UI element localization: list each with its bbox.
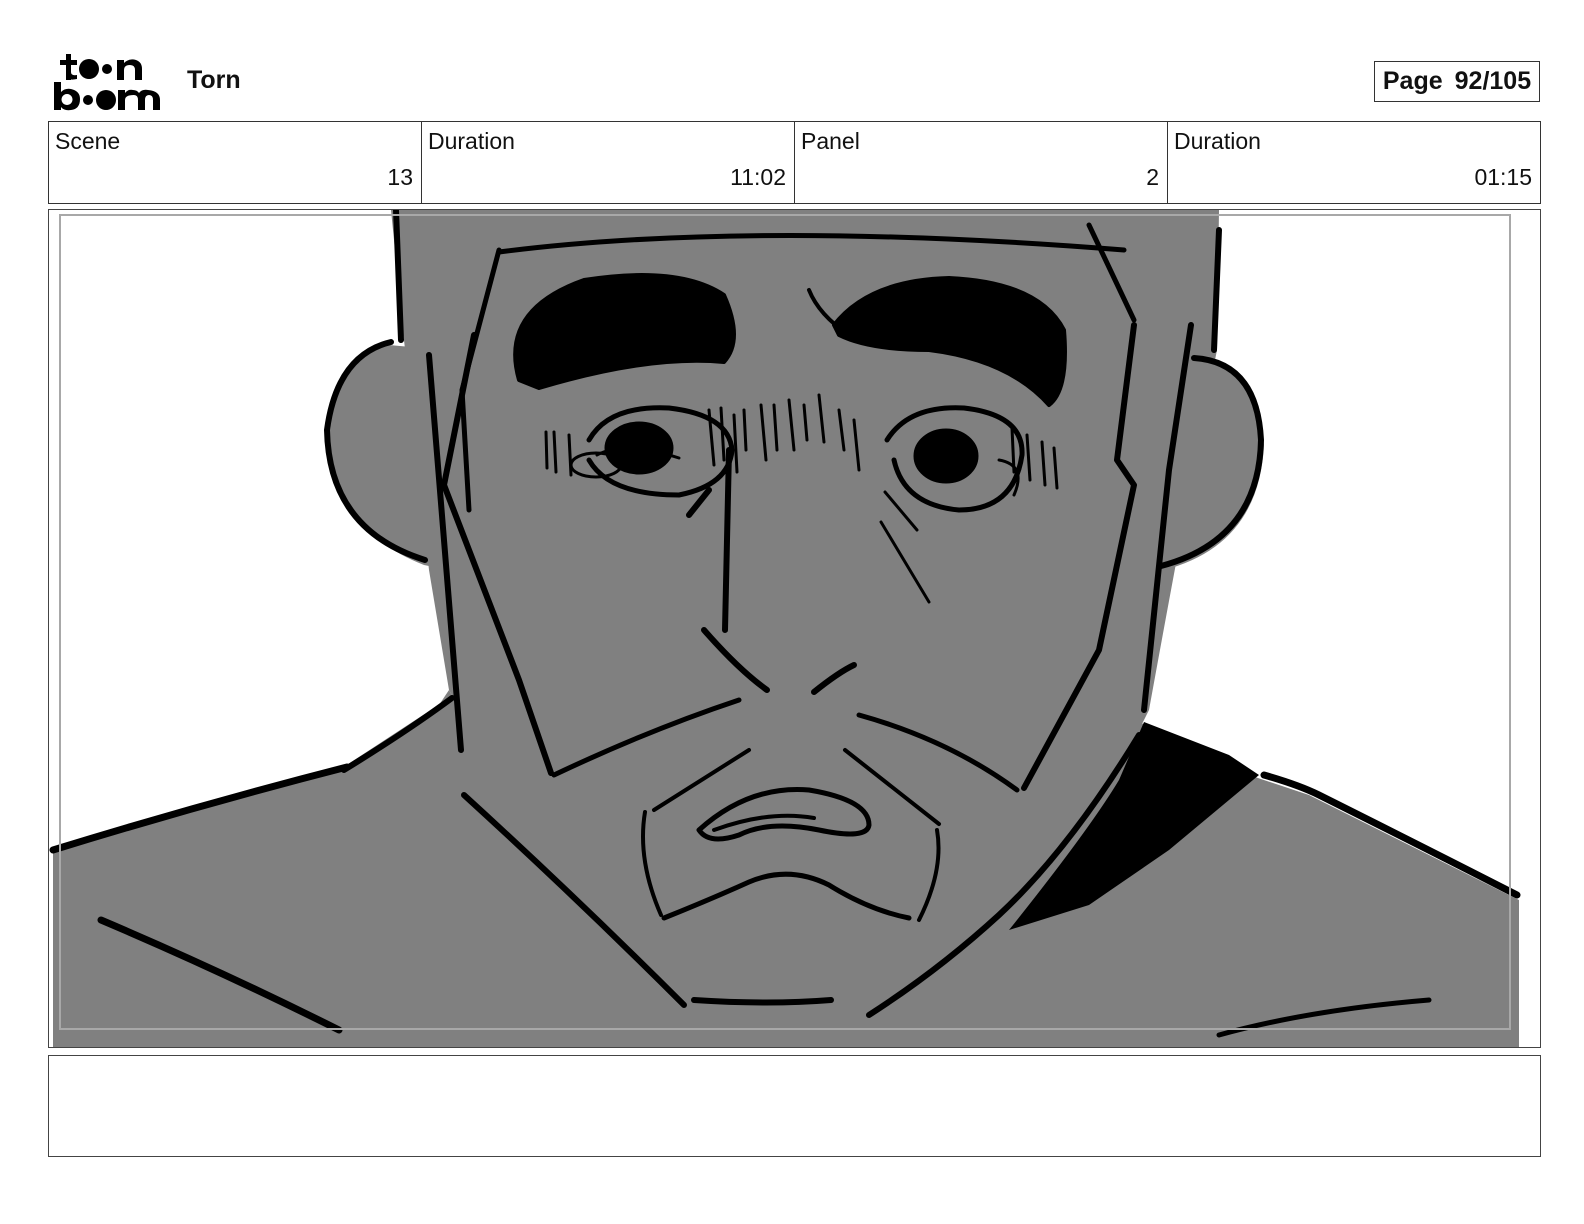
info-label: Duration xyxy=(428,128,515,154)
info-value: 13 xyxy=(387,164,413,190)
info-cell-scene: Scene 13 xyxy=(49,122,422,203)
scene-info-table: Scene 13 Duration 11:02 Panel 2 Duration… xyxy=(48,121,1541,204)
storyboard-panel xyxy=(48,209,1541,1048)
info-cell-panel: Panel 2 xyxy=(795,122,1168,203)
info-cell-panel-duration: Duration 01:15 xyxy=(1168,122,1540,203)
page-label: Page xyxy=(1382,67,1443,95)
info-value: 11:02 xyxy=(730,164,786,190)
info-value: 01:15 xyxy=(1474,164,1532,190)
caption-box xyxy=(48,1055,1541,1157)
panel-drawing xyxy=(49,210,1521,1047)
info-label: Scene xyxy=(55,128,121,154)
info-cell-scene-duration: Duration 11:02 xyxy=(422,122,795,203)
toon-boom-logo xyxy=(54,54,160,111)
info-value: 2 xyxy=(1146,164,1159,190)
page-number: 92/105 xyxy=(1454,67,1532,95)
info-label: Panel xyxy=(801,128,860,154)
project-title: Torn xyxy=(187,66,241,94)
page-indicator: Page 92/105 xyxy=(1374,61,1540,102)
info-label: Duration xyxy=(1174,128,1261,154)
